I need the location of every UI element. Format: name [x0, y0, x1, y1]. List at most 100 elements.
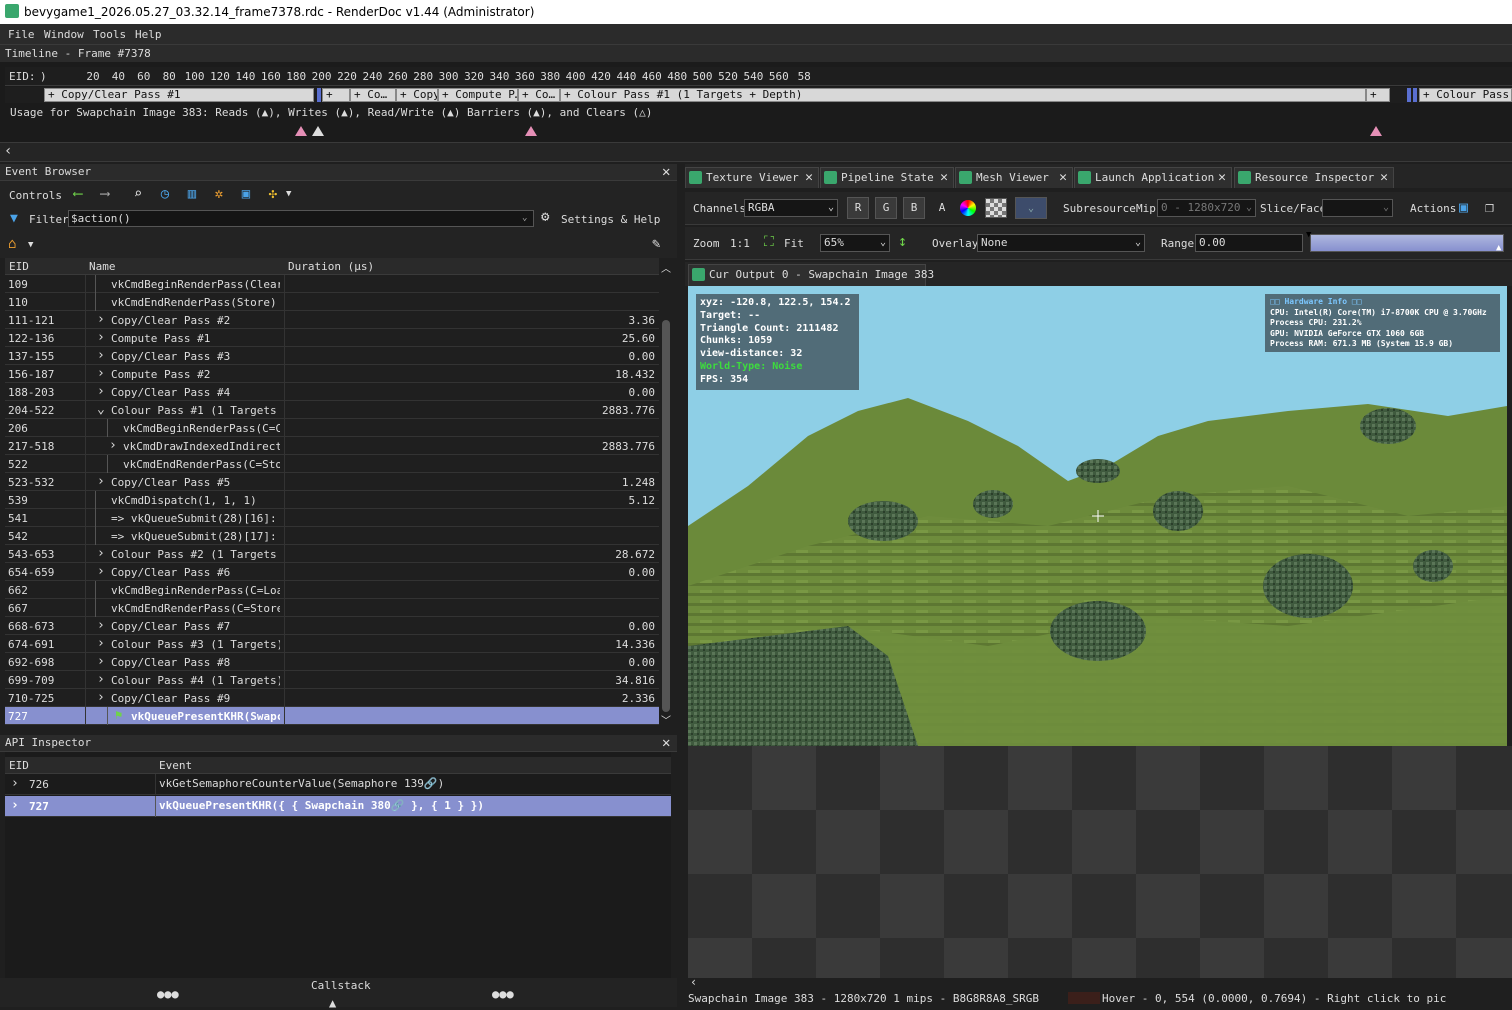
- event-row[interactable]: 654-659 › Copy/Clear Pass #6 0.00: [5, 563, 659, 581]
- range-slider[interactable]: [1310, 234, 1504, 252]
- event-row[interactable]: 542 => vkQueueSubmit(28)[17]: v: [5, 527, 659, 545]
- chevron-right-icon[interactable]: ›: [11, 798, 19, 813]
- event-row-selected[interactable]: 727 ⚑ vkQueuePresentKHR(Swapch: [5, 707, 659, 725]
- event-row[interactable]: 667 vkCmdEndRenderPass(C=Store…: [5, 599, 659, 617]
- tab-texture-viewer[interactable]: Texture Viewer ✕: [685, 167, 819, 188]
- scroll-left-icon[interactable]: ‹: [690, 975, 697, 989]
- event-row[interactable]: 692-698 › Copy/Clear Pass #8 0.00: [5, 653, 659, 671]
- chevron-right-icon[interactable]: ›: [97, 366, 105, 381]
- chevron-down-icon[interactable]: ▼: [28, 240, 33, 250]
- usage-barrier-marker[interactable]: [295, 126, 307, 136]
- chart-icon[interactable]: ▥: [182, 186, 202, 204]
- event-row[interactable]: 111-121 › Copy/Clear Pass #2 3.36: [5, 311, 659, 329]
- star-icon[interactable]: ✲: [209, 186, 229, 204]
- event-row[interactable]: 110 vkCmdEndRenderPass(Store): [5, 293, 659, 311]
- chevron-right-icon[interactable]: ›: [97, 474, 105, 489]
- event-row[interactable]: 188-203 › Copy/Clear Pass #4 0.00: [5, 383, 659, 401]
- channel-g-button[interactable]: G: [875, 197, 897, 219]
- chevron-right-icon[interactable]: ›: [109, 438, 117, 453]
- zoom-select[interactable]: 65% ⌄: [820, 234, 890, 252]
- tab-resource-inspector[interactable]: Resource Inspector ✕: [1234, 167, 1394, 188]
- menu-tools[interactable]: Tools: [93, 28, 126, 41]
- zoom-1to1-button[interactable]: 1:1: [730, 237, 750, 250]
- menu-file[interactable]: File: [8, 28, 35, 41]
- callstack-label[interactable]: Callstack: [311, 979, 371, 992]
- column-duration[interactable]: Duration (µs): [288, 260, 374, 273]
- channel-a-button[interactable]: A: [931, 197, 953, 219]
- event-row[interactable]: 137-155 › Copy/Clear Pass #3 0.00: [5, 347, 659, 365]
- event-scrollbar[interactable]: ︿ ﹀: [660, 260, 672, 727]
- viewport-background[interactable]: [688, 746, 1512, 978]
- bookmark-icon[interactable]: ⌂: [8, 236, 16, 252]
- chevron-right-icon[interactable]: ›: [97, 546, 105, 561]
- event-row[interactable]: 109 vkCmdBeginRenderPass(Clear): [5, 275, 659, 293]
- usage-barrier-marker[interactable]: [1370, 126, 1382, 136]
- gear-icon[interactable]: ⚙: [541, 209, 549, 225]
- usage-clear-marker[interactable]: [312, 126, 324, 136]
- event-row[interactable]: 156-187 › Compute Pass #2 18.432: [5, 365, 659, 383]
- tab-launch-application[interactable]: Launch Application ✕: [1074, 167, 1232, 188]
- close-icon[interactable]: ✕: [940, 168, 948, 187]
- forward-arrow-icon[interactable]: ⟶: [95, 186, 115, 204]
- chevron-right-icon[interactable]: ›: [97, 564, 105, 579]
- fit-button[interactable]: Fit: [784, 237, 804, 250]
- chevron-right-icon[interactable]: ›: [97, 690, 105, 705]
- chevron-right-icon[interactable]: ›: [97, 654, 105, 669]
- close-icon[interactable]: ✕: [1059, 168, 1067, 187]
- event-row[interactable]: 522 vkCmdEndRenderPass(C=Sto…: [5, 455, 659, 473]
- timeline-pass-plus[interactable]: +: [322, 88, 350, 102]
- range-min-input[interactable]: 0.00: [1195, 234, 1303, 252]
- chevron-right-icon[interactable]: ›: [11, 776, 19, 791]
- close-icon[interactable]: ✕: [662, 165, 670, 179]
- clock-icon[interactable]: ◷: [155, 186, 175, 204]
- tab-mesh-viewer[interactable]: Mesh Viewer ✕: [955, 167, 1073, 188]
- slice-face-select[interactable]: ⌄: [1322, 199, 1393, 217]
- chevron-right-icon[interactable]: ›: [97, 636, 105, 651]
- range-handle-right[interactable]: ▲: [1496, 243, 1501, 253]
- event-row[interactable]: 668-673 › Copy/Clear Pass #7 0.00: [5, 617, 659, 635]
- tab-pipeline-state[interactable]: Pipeline State ✕: [820, 167, 954, 188]
- api-column-event[interactable]: Event: [159, 759, 192, 772]
- channel-r-button[interactable]: R: [847, 197, 869, 219]
- overlay-select[interactable]: None ⌄: [977, 234, 1145, 252]
- chevron-right-icon[interactable]: ›: [97, 330, 105, 345]
- more-dots-icon[interactable]: ●●●: [492, 987, 514, 1001]
- back-arrow-icon[interactable]: ⟵: [68, 186, 88, 204]
- timeline-pass-colour-1[interactable]: + Colour Pass #1 (1 Targets + Depth): [560, 88, 1366, 102]
- event-row[interactable]: 206 vkCmdBeginRenderPass(C=C…: [5, 419, 659, 437]
- scrollbar-thumb[interactable]: [662, 320, 670, 712]
- settings-puzzle-icon[interactable]: ✣: [263, 186, 283, 204]
- usage-barrier-marker[interactable]: [525, 126, 537, 136]
- edit-icon[interactable]: ✎: [652, 236, 660, 252]
- chevron-right-icon[interactable]: ›: [97, 312, 105, 327]
- chevron-down-icon[interactable]: ▼: [286, 189, 291, 199]
- timeline-pass-plus2[interactable]: +: [1366, 88, 1390, 102]
- timeline-pass-copy[interactable]: + Copy…: [396, 88, 438, 102]
- chevron-down-icon[interactable]: ⌄: [522, 213, 527, 223]
- timeline-pass-co[interactable]: + Co…: [350, 88, 396, 102]
- event-row[interactable]: 541 => vkQueueSubmit(28)[16]: v: [5, 509, 659, 527]
- event-row[interactable]: 662 vkCmdBeginRenderPass(C=Loa…: [5, 581, 659, 599]
- close-icon[interactable]: ✕: [1218, 168, 1226, 187]
- flip-y-icon[interactable]: ↕: [898, 232, 907, 250]
- close-icon[interactable]: ✕: [805, 168, 813, 187]
- event-row[interactable]: 204-522 ⌄ Colour Pass #1 (1 Targets … 2883.…: [5, 401, 659, 419]
- chevron-right-icon[interactable]: ›: [97, 348, 105, 363]
- event-row[interactable]: 217-518 › vkCmdDrawIndexedIndirect… 2883.77…: [5, 437, 659, 455]
- checkerboard-icon[interactable]: [985, 198, 1007, 218]
- settings-help-button[interactable]: Settings & Help: [561, 213, 660, 226]
- chevron-down-icon[interactable]: ⌄: [97, 402, 105, 417]
- color-wheel-icon[interactable]: [960, 200, 976, 216]
- chevron-right-icon[interactable]: ›: [97, 618, 105, 633]
- scroll-up-icon[interactable]: ︿: [661, 260, 671, 275]
- more-dots-icon[interactable]: ●●●: [157, 987, 179, 1001]
- mip-select[interactable]: 0 - 1280x720 ⌄: [1157, 199, 1256, 217]
- event-row[interactable]: 710-725 › Copy/Clear Pass #9 2.336: [5, 689, 659, 707]
- range-handle-left[interactable]: ▼: [1306, 230, 1311, 240]
- save-icon[interactable]: ▣: [236, 186, 256, 204]
- channel-b-button[interactable]: B: [903, 197, 925, 219]
- fit-icon[interactable]: ⛶: [764, 234, 774, 250]
- scroll-down-icon[interactable]: ﹀: [661, 712, 671, 727]
- filter-input[interactable]: $action(): [68, 210, 534, 227]
- close-icon[interactable]: ✕: [1380, 168, 1388, 187]
